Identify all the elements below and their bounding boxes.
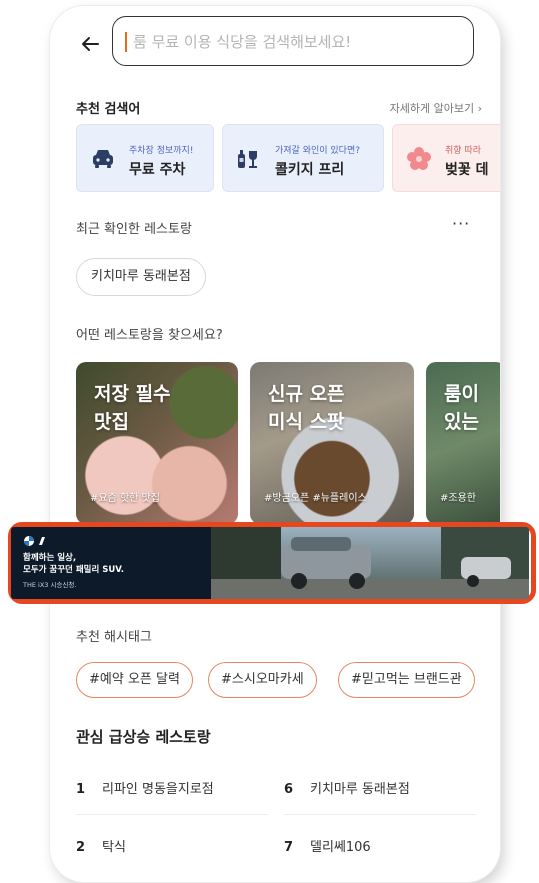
brand-logo-icon (24, 536, 45, 546)
rank-item[interactable]: 7 델리쎄106 (284, 836, 371, 860)
rec-card-label: 벚꽃 데 (445, 162, 489, 178)
rank-name: 델리쎄106 (310, 840, 371, 855)
rank-number: 1 (76, 782, 86, 797)
divider (284, 814, 476, 815)
rank-number: 2 (76, 840, 86, 855)
rank-name: 탁식 (102, 840, 126, 855)
wine-bottle-glass-icon (238, 150, 257, 168)
ad-banner[interactable]: 함께하는 일상, 모두가 꿈꾸던 패밀리 SUV. THE iX3 시승신청. (11, 527, 529, 599)
recommended-cards-row: 주차장 정보까지! 무료 주차 가져갈 와인이 있다면? 콜키지 프리 취향 따… (74, 124, 500, 194)
hashtag-chip[interactable]: #예약 오픈 달력 (76, 662, 193, 698)
rec-card-label: 콜키지 프리 (275, 162, 345, 178)
page-content: 추천 검색어 자세하게 알아보기 › 주차장 정보까지! 무료 주차 (74, 6, 500, 882)
hashtag-chip[interactable]: #믿고먹는 브랜드관 (338, 662, 475, 698)
rank-item[interactable]: 2 탁식 (76, 836, 126, 860)
rank-item[interactable]: 1 리파인 명동을지로점 (76, 778, 214, 802)
rec-card-free-parking[interactable]: 주차장 정보까지! 무료 주차 (76, 124, 214, 192)
rank-number: 7 (284, 840, 294, 855)
card-tag: #방금오픈 #뉴플레이스 (264, 493, 367, 504)
recent-restaurants-title: 최근 확인한 레스토랑 (76, 222, 192, 237)
phone-frame: 추천 검색어 자세하게 알아보기 › 주차장 정보까지! 무료 주차 (50, 6, 500, 882)
card-title: 저장 필수 맛집 (94, 383, 171, 433)
search-input[interactable] (133, 27, 463, 57)
rank-name: 키치마루 동래본점 (310, 782, 410, 797)
banner-headline-1: 함께하는 일상, (23, 553, 77, 563)
find-restaurant-title: 어떤 레스토랑을 찾으세요? (76, 328, 223, 343)
learn-more-link[interactable]: 자세하게 알아보기 › (390, 100, 482, 116)
car-icon (93, 150, 113, 168)
search-box[interactable] (112, 16, 474, 66)
banner-headline-2: 모두가 꿈꾸던 패밀리 SUV. (23, 565, 124, 575)
back-arrow-icon[interactable] (78, 32, 102, 56)
banner-photo (211, 527, 529, 599)
rec-card-label: 무료 주차 (129, 162, 186, 178)
recommended-hashtags-title: 추천 해시태그 (76, 630, 152, 645)
recommended-keywords-title: 추천 검색어 (76, 102, 141, 117)
rank-name: 리파인 명동을지로점 (102, 782, 214, 797)
restaurant-card-must-save[interactable]: 저장 필수 맛집 #요즘 핫한 맛집 (76, 362, 238, 524)
card-tag: #요즘 핫한 맛집 (90, 493, 160, 504)
recent-restaurant-chip[interactable]: 키치마루 동래본점 (76, 258, 206, 296)
hashtag-chip[interactable]: #스시오마카세 (208, 662, 317, 698)
rec-card-subtitle: 취향 따라 (445, 146, 481, 156)
rank-number: 6 (284, 782, 294, 797)
card-tag: #조용한 (440, 493, 476, 504)
text-cursor (125, 32, 127, 52)
restaurant-card-new-open[interactable]: 신규 오픈 미식 스팟 #방금오픈 #뉴플레이스 (250, 362, 414, 524)
restaurant-card-with-room[interactable]: 룸이 있는 #조용한 (426, 362, 500, 524)
rank-item[interactable]: 6 키치마루 동래본점 (284, 778, 410, 802)
rec-card-subtitle: 주차장 정보까지! (129, 146, 194, 156)
rec-card-cherry-blossom[interactable]: 취향 따라 벚꽃 데 (392, 124, 500, 192)
card-title: 룸이 있는 (444, 383, 479, 433)
banner-cta: THE iX3 시승신청. (23, 581, 77, 589)
trending-restaurants-title: 관심 급상승 레스토랑 (76, 728, 211, 746)
rec-card-corkage-free[interactable]: 가져갈 와인이 있다면? 콜키지 프리 (222, 124, 384, 192)
card-title: 신규 오픈 미식 스팟 (268, 383, 345, 433)
divider (76, 814, 268, 815)
more-options-icon[interactable]: ··· (452, 214, 470, 233)
rec-card-subtitle: 가져갈 와인이 있다면? (275, 146, 361, 156)
cherry-blossom-icon (407, 147, 431, 170)
